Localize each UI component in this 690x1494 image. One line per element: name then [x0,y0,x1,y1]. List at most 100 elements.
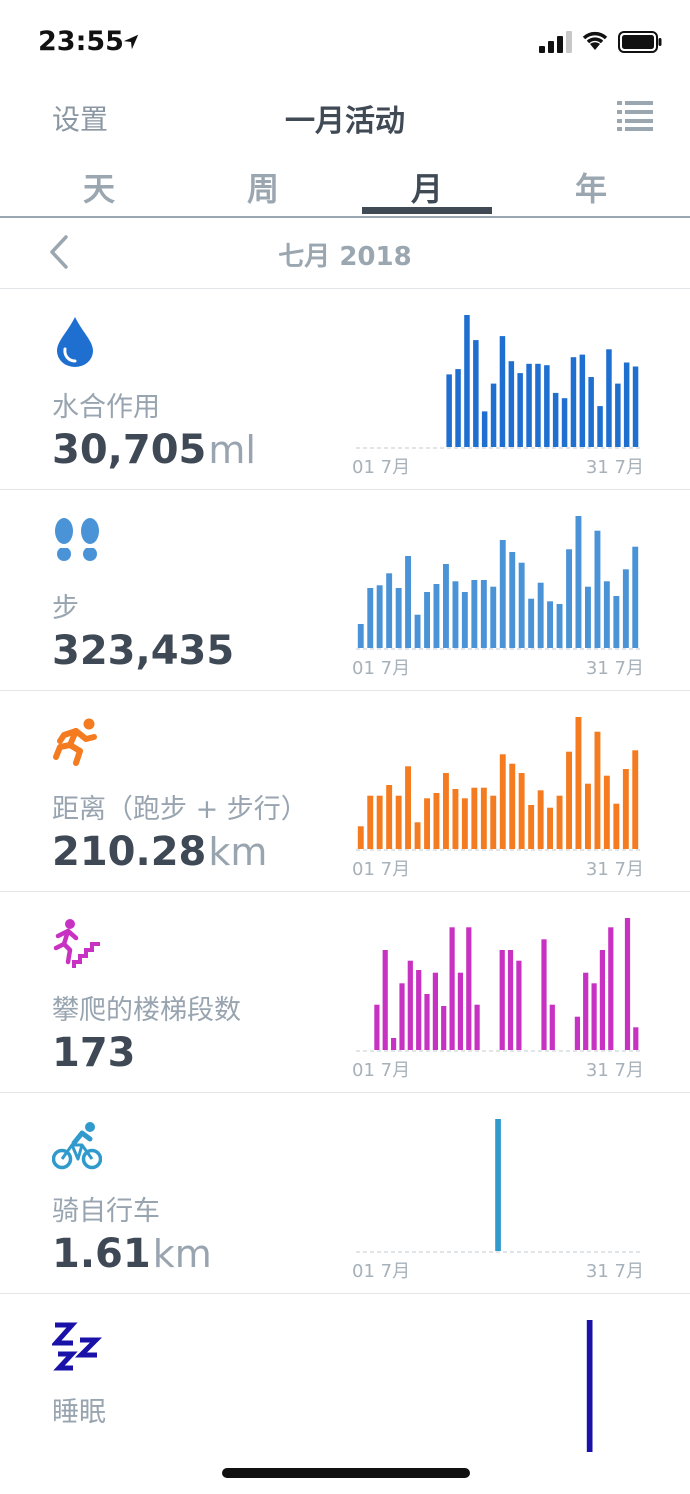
chart-bar [457,972,463,1050]
chart-bar [376,585,383,648]
chart-bar [499,754,506,849]
chart-bar [583,972,589,1050]
chart-bar [509,763,516,849]
chart-bar [480,580,487,648]
metric-card-sleep[interactable]: 睡眠 [0,1294,690,1494]
chart-bar [624,918,631,1050]
chart-bar [606,349,612,447]
metric-card-stairs[interactable]: 攀爬的楼梯段数 173 01 7月 31 7月 [0,892,690,1093]
chart-bar [471,580,478,648]
cyclist-icon [52,1122,102,1170]
chart-bar [585,586,591,648]
period-label: 七月 2018 [278,242,412,272]
chart-bar [566,549,572,648]
chart-tick-label: 01 7月 [352,859,410,880]
chart-bar [446,374,452,447]
period-selector: 七月 2018 [0,218,690,289]
metric-value: 173 [52,1030,136,1076]
chart-tick-label: 31 7月 [586,658,644,679]
chart-bar [376,795,383,849]
chart-bar [395,795,402,849]
chart-bar [473,340,479,447]
chart-bar [549,1004,555,1050]
chart-bar [603,775,610,849]
location-arrow-icon [123,34,139,50]
chart-bar [623,362,630,447]
chart-bar [481,411,488,447]
chart-bar [599,950,605,1050]
page-title: 一月活动 [285,104,405,139]
metric-label: 水合作用 [52,392,160,423]
tab-year[interactable]: 年 [526,164,656,210]
metric-card-distance[interactable]: 距离（跑步 + 步行） 210.28km 01 7月 31 7月 [0,691,690,892]
chart-bar [509,552,516,648]
status-bar: 23:55 [0,0,690,84]
chart-tick-label: 01 7月 [352,1060,410,1081]
home-indicator[interactable] [222,1468,470,1478]
chart-bar [432,972,438,1050]
tab-week[interactable]: 周 [198,164,328,210]
chart-bar [526,363,532,447]
chart-bar [399,983,405,1050]
chart-bar [464,315,470,447]
chart-bar [455,369,461,447]
metric-value: 323,435 [52,628,235,674]
metric-card-steps[interactable]: 步 323,435 01 7月 31 7月 [0,490,690,691]
chart-bar [441,1006,447,1050]
stairs-climber-icon [53,919,100,968]
metric-card-cycling[interactable]: 骑自行车 1.61km 01 7月 31 7月 [0,1093,690,1294]
chart-bar [474,1004,480,1050]
chart-bar [424,798,430,849]
chart-bar [357,624,364,648]
chart-bar [535,363,541,447]
chart-bar [433,793,440,849]
chart-bar [597,406,603,447]
chart-tick-label: 01 7月 [352,457,410,478]
chart-bar [566,751,572,849]
battery-icon [618,31,662,53]
period-tabs: 天 周 月 年 [0,150,690,218]
list-menu-icon[interactable] [617,100,653,132]
water-bar-chart: 01 7月 31 7月 [352,315,644,478]
chart-bar [556,795,563,849]
chart-bar [490,795,497,849]
chart-bar [405,766,411,849]
chart-bar [461,592,468,648]
tab-month[interactable]: 月 [362,164,492,210]
chart-bar [382,950,388,1050]
chart-bar [499,540,506,648]
chart-bar [632,366,639,447]
chart-bar [357,826,364,849]
chart-bar [622,569,629,648]
chart-bar [461,798,468,849]
chart-bar [452,581,459,648]
chart-bar [622,769,629,849]
tab-day[interactable]: 天 [34,164,164,210]
chart-bar [585,783,591,849]
chart-bar [466,927,472,1050]
chart-bar [517,373,523,447]
chart-tick-label: 01 7月 [352,658,410,679]
chart-bar [518,562,525,648]
chart-bar [433,584,440,648]
chart-bar [632,750,639,849]
chart-bar [547,807,553,849]
runner-icon [53,718,97,766]
chart-bar [615,383,621,447]
chart-bar [508,361,515,447]
chart-tick-label: 31 7月 [586,1060,644,1081]
chart-bar [499,950,505,1050]
chart-bar [632,546,639,648]
stairs-bar-chart: 01 7月 31 7月 [352,918,644,1081]
metric-card-water[interactable]: 水合作用 30,705ml 01 7月 31 7月 [0,289,690,490]
water-drop-icon [57,317,93,367]
chart-bar [405,556,411,648]
chart-bar [528,805,535,849]
chart-bar [480,787,487,849]
chart-tick-label: 31 7月 [586,457,644,478]
chart-bar [613,596,620,648]
chart-bar [570,357,577,447]
distance-bar-chart: 01 7月 31 7月 [352,717,644,880]
chart-bar [495,1119,501,1251]
chart-bar [424,592,430,648]
